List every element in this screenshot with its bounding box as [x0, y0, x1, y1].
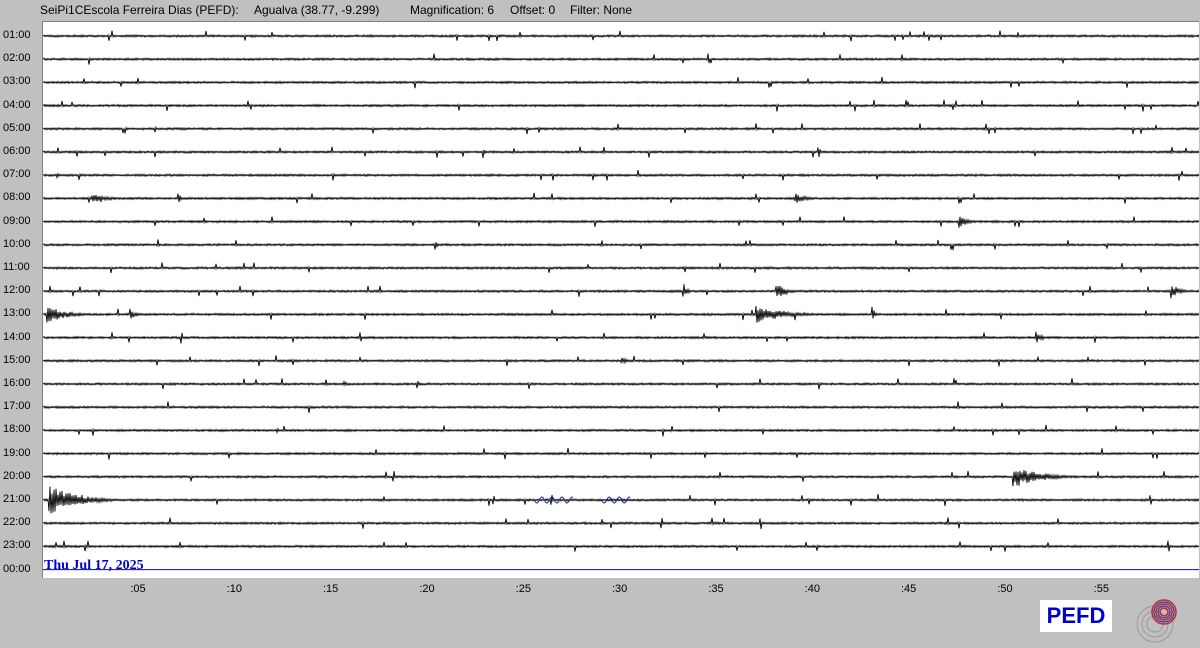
hour-trace [43, 123, 1199, 135]
header-bar: SeiPi1CEscola Ferreira Dias (PEFD): Agua… [0, 0, 1200, 20]
hour-label: 00:00 [3, 562, 31, 575]
hour-label: 08:00 [3, 191, 31, 204]
hour-label: 15:00 [3, 353, 31, 366]
offset-readout: Offset: 0 [510, 3, 556, 17]
minute-tick-label: :15 [323, 583, 339, 595]
hour-label: 13:00 [3, 307, 31, 320]
hour-trace [43, 76, 1199, 89]
hour-label: 22:00 [3, 516, 31, 529]
hour-label: 09:00 [3, 214, 31, 227]
hour-label: 20:00 [3, 469, 31, 482]
hour-trace [43, 99, 1199, 112]
hour-label: 07:00 [3, 168, 31, 181]
filter-readout: Filter: None [570, 3, 633, 17]
hour-trace [43, 30, 1199, 42]
hour-trace [43, 331, 1199, 344]
station-location: Agualva (38.77, -9.299) [254, 3, 380, 17]
minute-tick-label: :30 [612, 583, 628, 595]
hour-trace [43, 517, 1199, 530]
hour-trace [43, 540, 1199, 552]
hour-trace [43, 262, 1199, 274]
hour-label: 16:00 [3, 377, 31, 389]
hour-label: 06:00 [3, 145, 31, 157]
minute-tick-label: :20 [419, 583, 435, 595]
hour-trace [43, 447, 1199, 460]
magnification-readout: Magnification: 6 [410, 3, 495, 17]
hour-trace [43, 305, 1199, 323]
hour-label: 04:00 [3, 98, 31, 111]
hour-label: 11:00 [3, 261, 30, 273]
hour-trace [43, 216, 1199, 228]
minute-tick-label: :50 [997, 583, 1013, 595]
helicorder-plot[interactable] [42, 21, 1199, 578]
minute-tick-label: :45 [901, 583, 917, 595]
seismogram-traces [43, 30, 1199, 571]
hour-trace [43, 284, 1199, 299]
hour-trace [43, 53, 1199, 65]
minute-tick-label: :05 [130, 583, 146, 595]
hour-label: 02:00 [3, 52, 31, 65]
hour-trace [43, 239, 1199, 251]
hour-trace [43, 486, 1199, 514]
hour-trace [43, 424, 1199, 437]
minute-tick-label: :25 [515, 583, 531, 595]
hour-label: 03:00 [3, 75, 31, 88]
pefd-logo: PEFD [1040, 600, 1112, 632]
hour-trace [43, 355, 1199, 367]
hour-trace [43, 378, 1199, 390]
fingerprint-logo-icon [1136, 599, 1177, 643]
hour-label: 10:00 [3, 237, 31, 250]
hour-label: 21:00 [3, 493, 31, 505]
hour-trace [43, 401, 1199, 413]
date-label: Thu Jul 17, 2025 [44, 558, 144, 573]
hour-trace [43, 192, 1199, 204]
hour-label: 05:00 [3, 121, 31, 134]
hour-label: 19:00 [3, 446, 31, 459]
hour-label: 01:00 [3, 29, 31, 41]
hour-trace [43, 146, 1199, 158]
hour-label: 23:00 [3, 539, 31, 552]
hour-label: 18:00 [3, 423, 31, 436]
hour-label: 14:00 [3, 330, 31, 343]
hour-label: 12:00 [3, 284, 31, 297]
station-name: SeiPi1CEscola Ferreira Dias (PEFD): [40, 3, 239, 17]
minute-tick-label: :40 [804, 583, 820, 595]
minute-tick-label: :10 [226, 583, 242, 595]
hour-label: 17:00 [3, 400, 31, 413]
hour-trace [43, 469, 1199, 487]
hour-trace [43, 170, 1199, 181]
minute-tick-label: :55 [1093, 583, 1109, 595]
minute-tick-label: :35 [708, 583, 724, 595]
